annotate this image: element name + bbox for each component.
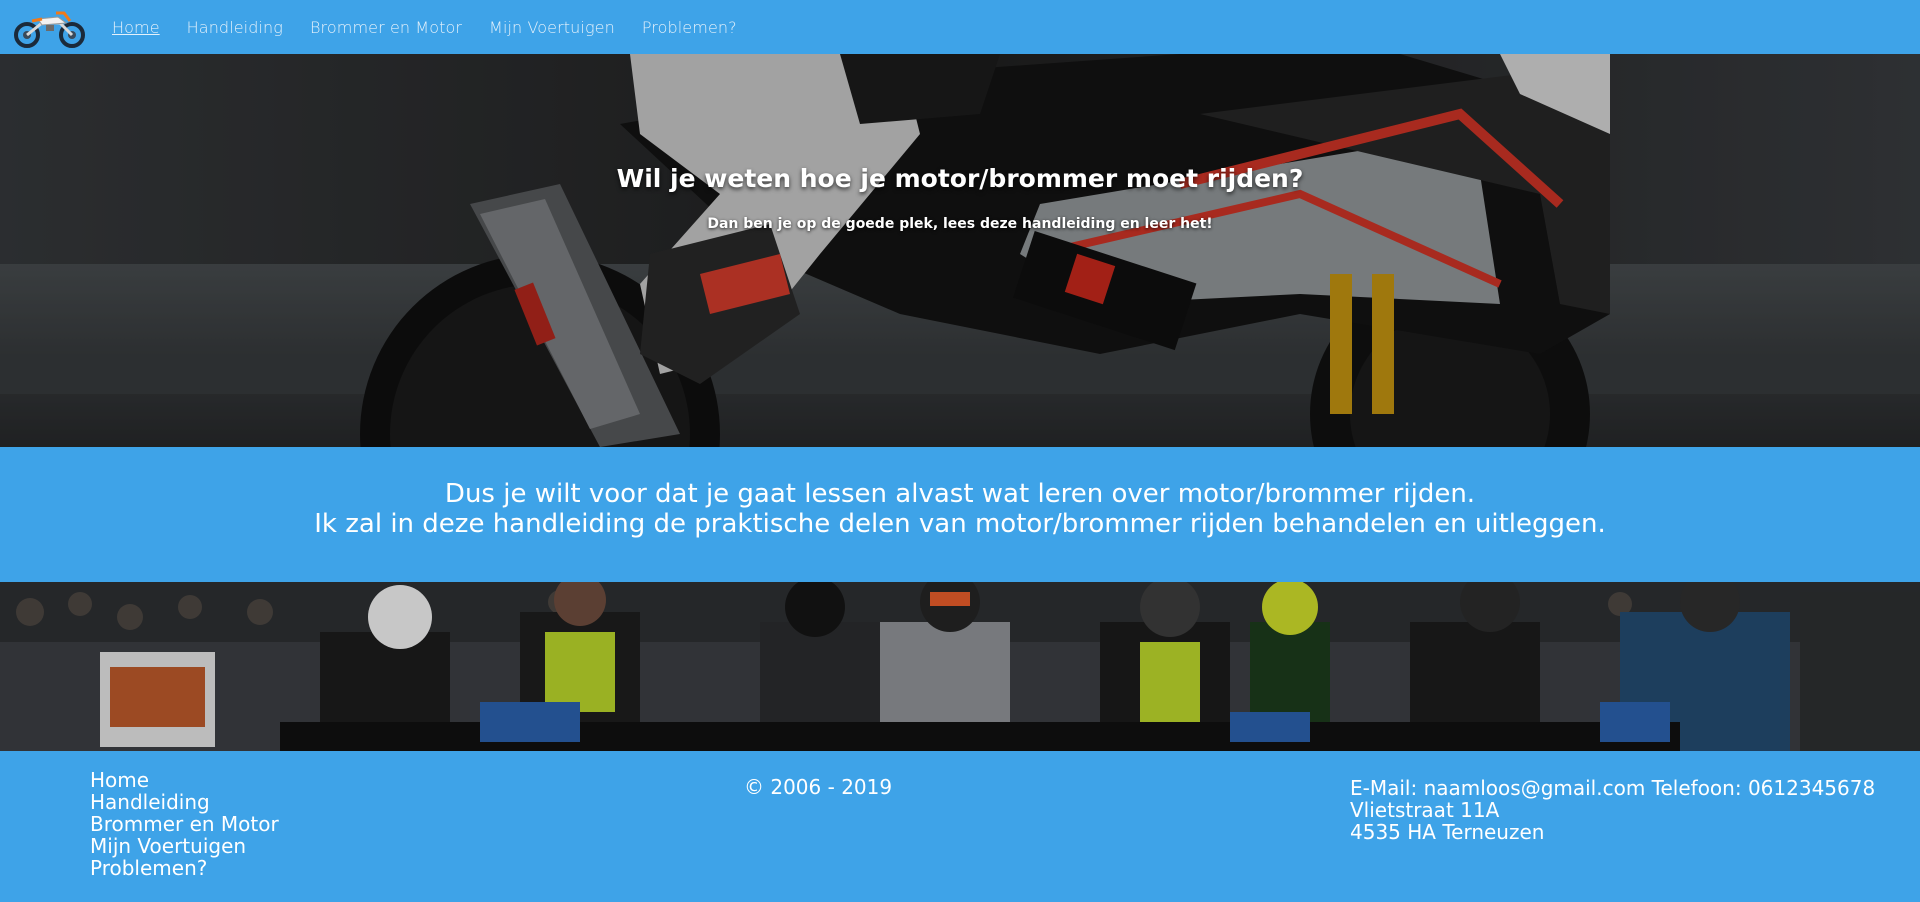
footer-link-mijn-voertuigen[interactable]: Mijn Voertuigen [90, 835, 279, 857]
hero-section: Wil je weten hoe je motor/brommer moet r… [0, 54, 1920, 447]
intro-line-1: Dus je wilt voor dat je gaat lessen alva… [444, 479, 1476, 509]
footer-link-home[interactable]: Home [90, 769, 279, 791]
intro-line-2: Ik zal in deze handleiding de praktische… [314, 509, 1606, 539]
contact-street: Vlietstraat 11A [1350, 798, 1500, 822]
hero-subtitle: Dan ben je op de goede plek, lees deze h… [707, 216, 1213, 232]
intro-section: Dus je wilt voor dat je gaat lessen alva… [0, 447, 1920, 582]
hero-dark-overlay [0, 54, 1920, 447]
copyright-text: © 2006 - 2019 [744, 775, 893, 799]
top-navbar: Home Handleiding Brommer en Motor Mijn V… [0, 0, 1920, 54]
contact-city: 4535 HA Terneuzen [1350, 820, 1545, 844]
contact-email-phone: E-Mail: naamloos@gmail.com Telefoon: 061… [1350, 776, 1876, 800]
nav-problemen[interactable]: Problemen? [642, 18, 737, 37]
nav-handleiding[interactable]: Handleiding [187, 18, 283, 37]
contact-info: E-Mail: naamloos@gmail.com Telefoon: 061… [1350, 777, 1875, 843]
nav-mijn-voertuigen[interactable]: Mijn Voertuigen [489, 18, 615, 37]
footer-links: Home Handleiding Brommer en Motor Mijn V… [90, 769, 279, 879]
crowd-banner [0, 582, 1920, 751]
footer-link-handleiding[interactable]: Handleiding [90, 791, 279, 813]
motorcyclists-crowd-photo [0, 582, 1920, 751]
footer-link-problemen[interactable]: Problemen? [90, 857, 279, 879]
motorbike-logo-icon[interactable] [12, 5, 88, 49]
footer-link-brommer-en-motor[interactable]: Brommer en Motor [90, 813, 279, 835]
nav-brommer-en-motor[interactable]: Brommer en Motor [310, 18, 462, 37]
nav-home[interactable]: Home [112, 18, 160, 37]
footer: Home Handleiding Brommer en Motor Mijn V… [0, 751, 1920, 902]
hero-title: Wil je weten hoe je motor/brommer moet r… [616, 164, 1304, 193]
